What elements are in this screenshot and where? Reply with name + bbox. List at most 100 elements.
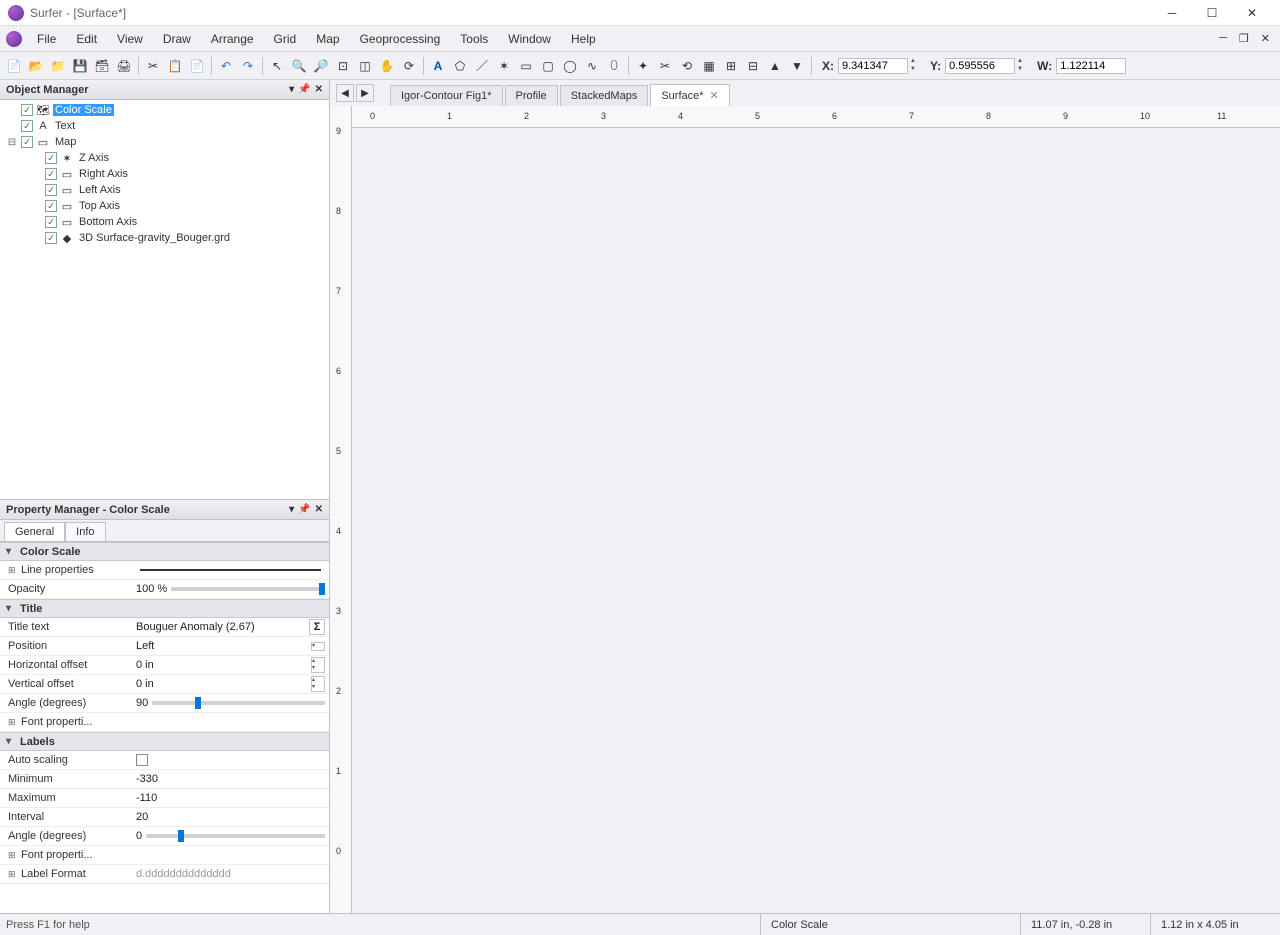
rotate-icon[interactable]: ⟲ [677,56,697,76]
tree-item[interactable]: ⊟✓▭Map [2,134,327,150]
spline-icon[interactable]: ∿ [582,56,602,76]
position-dropdown[interactable]: Left [136,640,154,652]
cut-icon[interactable]: ✂ [143,56,163,76]
menu-geoprocessing[interactable]: Geoprocessing [351,28,450,50]
menu-view[interactable]: View [108,28,152,50]
visibility-checkbox[interactable]: ✓ [45,200,57,212]
pm-tab-info[interactable]: Info [65,522,105,541]
min-input[interactable]: -330 [136,773,158,785]
break-icon[interactable]: ✂ [655,56,675,76]
menu-arrange[interactable]: Arrange [202,28,263,50]
visibility-checkbox[interactable]: ✓ [45,168,57,180]
om-dropdown-icon[interactable]: ▾ [289,84,294,95]
tabs-prev-button[interactable]: ◀ [336,84,354,102]
label-format-value[interactable]: d.dddddddddddddd [132,868,329,880]
title-text-input[interactable]: Bouguer Anomaly (2.67) [136,621,255,633]
coord-y-spinner[interactable]: ▲▼ [1017,57,1029,75]
h-offset-input[interactable]: 0 in [136,659,154,671]
front-icon[interactable]: ▲ [765,56,785,76]
zoom-in-icon[interactable]: 🔍 [289,56,309,76]
menu-file[interactable]: File [28,28,65,50]
open-recent-icon[interactable]: 📁 [48,56,68,76]
pm-section-color-scale[interactable]: ▾Color Scale [0,542,329,561]
visibility-checkbox[interactable]: ✓ [45,152,57,164]
h-offset-spinner[interactable]: ▴▾ [311,657,325,673]
pm-tab-general[interactable]: General [4,522,65,541]
ungroup-icon[interactable]: ⊟ [743,56,763,76]
interval-input[interactable]: 20 [136,811,148,823]
group-icon[interactable]: ⊞ [721,56,741,76]
back-icon[interactable]: ▼ [787,56,807,76]
doc-tab[interactable]: StackedMaps [560,85,649,106]
mdi-minimize-button[interactable]: ─ [1215,30,1231,47]
save-icon[interactable]: 💾 [70,56,90,76]
menu-window[interactable]: Window [499,28,560,50]
coord-w-input[interactable] [1056,58,1126,74]
title-angle-slider[interactable] [152,701,325,705]
tree-item[interactable]: ✓✶Z Axis [2,150,327,166]
title-angle-input[interactable]: 90 [136,697,148,709]
rect-icon[interactable]: ▭ [516,56,536,76]
doc-tab[interactable]: Surface*✕ [650,84,729,106]
symbol-icon[interactable]: ✶ [494,56,514,76]
pm-close-icon[interactable]: ✕ [315,504,323,515]
v-offset-spinner[interactable]: ▴▾ [311,676,325,692]
om-close-icon[interactable]: ✕ [315,84,323,95]
line-properties-swatch[interactable] [132,569,329,571]
select-icon[interactable]: ↖ [267,56,287,76]
pan-icon[interactable]: ✋ [377,56,397,76]
coord-x-input[interactable] [838,58,908,74]
copy-icon[interactable]: 📋 [165,56,185,76]
mdi-restore-button[interactable]: ❐ [1235,30,1253,47]
coord-x-spinner[interactable]: ▲▼ [910,57,922,75]
tabs-next-button[interactable]: ▶ [356,84,374,102]
tree-item[interactable]: ✓▭Right Axis [2,166,327,182]
close-tab-icon[interactable]: ✕ [710,89,719,102]
open-icon[interactable]: 📂 [26,56,46,76]
print-icon[interactable]: 🖨 [114,56,134,76]
polyline-icon[interactable]: ／ [472,56,492,76]
spline-area-icon[interactable]: ⬯ [604,56,624,76]
minimize-button[interactable]: ─ [1152,0,1192,26]
collapse-icon[interactable]: ⊟ [6,137,18,148]
om-pin-icon[interactable]: 📌 [298,84,310,95]
tree-item[interactable]: ✓🗺Color Scale [2,102,327,118]
visibility-checkbox[interactable]: ✓ [21,120,33,132]
doc-tab[interactable]: Igor-Contour Fig1* [390,85,503,106]
zoom-fit-icon[interactable]: ⊡ [333,56,353,76]
tree-item[interactable]: ✓▭Left Axis [2,182,327,198]
visibility-checkbox[interactable]: ✓ [21,136,33,148]
maximize-button[interactable]: ☐ [1192,0,1232,26]
doc-tab[interactable]: Profile [505,85,558,106]
menu-map[interactable]: Map [307,28,348,50]
tree-item[interactable]: ✓▭Bottom Axis [2,214,327,230]
max-input[interactable]: -110 [136,792,157,804]
pm-section-title[interactable]: ▾Title [0,599,329,618]
ellipse-icon[interactable]: ◯ [560,56,580,76]
object-manager-tree[interactable]: ✓🗺Color Scale✓AText⊟✓▭Map✓✶Z Axis✓▭Right… [0,100,329,500]
v-offset-input[interactable]: 0 in [136,678,154,690]
undo-icon[interactable]: ↶ [216,56,236,76]
menu-help[interactable]: Help [562,28,605,50]
tree-item[interactable]: ✓AText [2,118,327,134]
labels-angle-slider[interactable] [146,834,325,838]
close-button[interactable]: ✕ [1232,0,1272,26]
visibility-checkbox[interactable]: ✓ [45,216,57,228]
coord-y-input[interactable] [945,58,1015,74]
pm-section-labels[interactable]: ▾Labels [0,732,329,751]
text-tool-icon[interactable]: A [428,56,448,76]
opacity-slider[interactable] [171,587,325,591]
tree-item[interactable]: ✓◆3D Surface-gravity_Bouger.grd [2,230,327,246]
labels-angle-input[interactable]: 0 [136,830,142,842]
polygon-icon[interactable]: ⬠ [450,56,470,76]
auto-scaling-checkbox[interactable] [136,754,148,766]
paste-icon[interactable]: 📄 [187,56,207,76]
align-icon[interactable]: ▦ [699,56,719,76]
rounded-rect-icon[interactable]: ▢ [538,56,558,76]
visibility-checkbox[interactable]: ✓ [21,104,33,116]
save-all-icon[interactable]: 🗃 [92,56,112,76]
new-icon[interactable]: 📄 [4,56,24,76]
menu-edit[interactable]: Edit [67,28,106,50]
sigma-button[interactable]: Σ [309,619,325,635]
redo-icon[interactable]: ↷ [238,56,258,76]
